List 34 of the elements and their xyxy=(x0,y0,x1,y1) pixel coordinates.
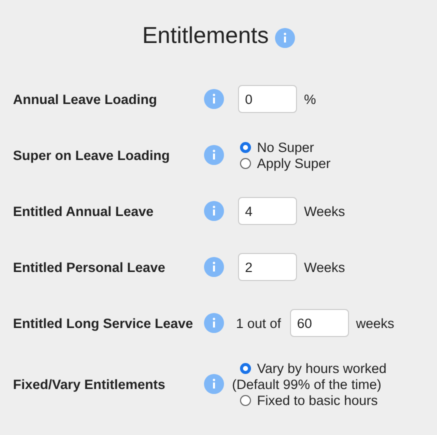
prefix-text: 1 out of xyxy=(236,316,282,330)
radio-button[interactable] xyxy=(240,158,251,168)
field-label: Super on Leave Loading xyxy=(12,148,171,162)
info-icon[interactable] xyxy=(204,201,224,221)
radio-button[interactable] xyxy=(240,362,251,374)
input-field[interactable]: 60 xyxy=(290,309,350,337)
unit-label: Weeks xyxy=(304,260,346,274)
info-icon[interactable] xyxy=(204,89,224,109)
radio-option[interactable]: Apply Super xyxy=(238,156,331,170)
field-label: Fixed/Vary Entitlements xyxy=(12,376,166,392)
info-icon[interactable] xyxy=(204,313,224,333)
option-label: Fixed to basic hours xyxy=(257,392,378,408)
info-icon[interactable] xyxy=(204,374,224,394)
field-label: Annual Leave Loading xyxy=(12,92,158,106)
info-icon[interactable] xyxy=(204,145,224,165)
field-label: Entitled Annual Leave xyxy=(12,204,155,218)
radio-button[interactable] xyxy=(240,142,251,152)
radio-option[interactable]: Fixed to basic hours xyxy=(238,392,387,408)
field-label: Entitled Personal Leave xyxy=(12,260,166,274)
info-icon[interactable] xyxy=(274,28,295,48)
info-icon[interactable] xyxy=(204,257,224,277)
page-title: Entitlements xyxy=(142,22,269,48)
radio-option[interactable]: No Super xyxy=(238,140,331,154)
input-field[interactable]: 4 xyxy=(238,197,297,225)
unit-label: Weeks xyxy=(304,204,346,218)
input-field[interactable]: 0 xyxy=(238,85,297,113)
option-label: No Super xyxy=(257,140,314,154)
unit-label: weeks xyxy=(356,316,394,330)
input-field[interactable]: 2 xyxy=(238,253,297,281)
field-label: Entitled Long Service Leave xyxy=(12,316,194,330)
unit-label: % xyxy=(304,92,316,106)
option-note: (Default 99% of the time) xyxy=(232,376,382,392)
radio-button[interactable] xyxy=(240,394,251,406)
option-label: Apply Super xyxy=(257,156,331,170)
